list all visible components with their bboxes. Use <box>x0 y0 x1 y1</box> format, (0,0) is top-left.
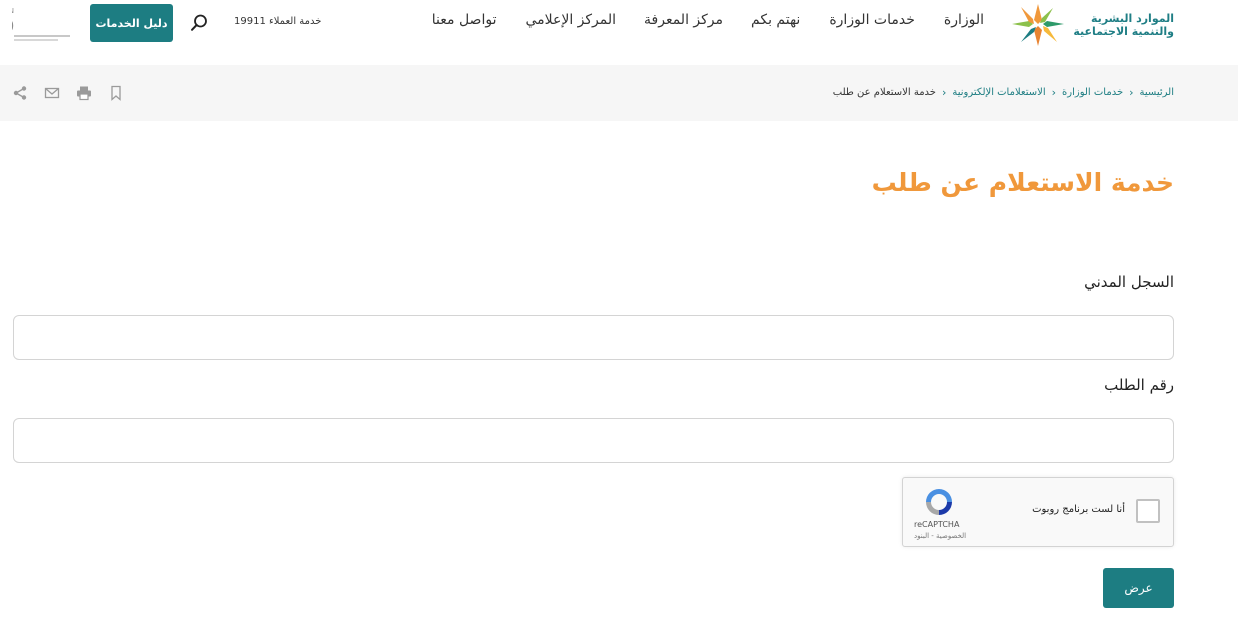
page-tools <box>12 85 124 101</box>
ministry-name-line1: الموارد البشرية <box>1091 12 1174 25</box>
svg-text:2030: 2030 <box>12 16 14 37</box>
nav-item-ministry[interactable]: الوزارة <box>944 12 984 28</box>
ministry-emblem-icon <box>1012 4 1065 46</box>
request-number-label: رقم الطلب <box>1104 376 1174 394</box>
recaptcha-brand: reCAPTCHA <box>914 520 960 529</box>
request-number-input[interactable] <box>13 418 1174 463</box>
nav-item-media-center[interactable]: المركز الإعلامي <box>525 12 616 28</box>
email-icon[interactable] <box>44 85 60 101</box>
services-guide-button[interactable]: دليل الخدمات <box>90 4 173 42</box>
submit-button[interactable]: عرض <box>1103 568 1174 608</box>
recaptcha-checkbox[interactable] <box>1136 499 1160 523</box>
ministry-name-line2: والتنمية الاجتماعية <box>1073 25 1174 38</box>
chevron-left-icon: ‹ <box>1129 86 1134 99</box>
recaptcha-logo-icon <box>926 489 952 515</box>
bookmark-icon[interactable] <box>108 85 124 101</box>
main-nav: الوزارة خدمات الوزارة نهتم بكم مركز المع… <box>432 12 984 28</box>
civil-record-label: السجل المدني <box>1084 273 1174 291</box>
breadcrumb: الرئيسية ‹ خدمات الوزارة ‹ الاستعلامات ا… <box>833 86 1174 99</box>
ministry-logo-text: الموارد البشرية والتنمية الاجتماعية <box>1073 12 1174 38</box>
page-title: خدمة الاستعلام عن طلب <box>871 168 1174 197</box>
breadcrumb-current: خدمة الاستعلام عن طلب <box>832 87 936 98</box>
breadcrumb-bar: الرئيسية ‹ خدمات الوزارة ‹ الاستعلامات ا… <box>0 65 1238 121</box>
nav-item-knowledge-center[interactable]: مركز المعرفة <box>644 12 723 28</box>
customer-service-hotline[interactable]: خدمة العملاء 19911 <box>234 16 321 27</box>
recaptcha-widget: أنا لست برنامج روبوت reCAPTCHA الخصوصية … <box>902 477 1174 547</box>
breadcrumb-home[interactable]: الرئيسية <box>1140 87 1174 98</box>
site-header: الموارد البشرية والتنمية الاجتماعية الوز… <box>0 0 1238 64</box>
chevron-left-icon: ‹ <box>941 86 947 99</box>
recaptcha-terms-link[interactable]: الخصوصية - البنود <box>914 532 966 540</box>
nav-item-contact-us[interactable]: تواصل معنا <box>432 12 497 28</box>
print-icon[interactable] <box>76 85 92 101</box>
share-icon[interactable] <box>12 85 28 101</box>
breadcrumb-e-inquiries[interactable]: الاستعلامات الإلكترونية <box>952 87 1045 98</box>
vision-2030-logo: VISION 2030 <box>12 7 70 41</box>
svg-text:VISION: VISION <box>12 7 14 15</box>
chevron-left-icon: ‹ <box>1051 86 1057 99</box>
recaptcha-label: أنا لست برنامج روبوت <box>1032 504 1125 515</box>
ministry-logo[interactable]: الموارد البشرية والتنمية الاجتماعية <box>1012 2 1174 48</box>
search-icon[interactable] <box>189 13 209 33</box>
nav-item-ministry-services[interactable]: خدمات الوزارة <box>829 12 915 28</box>
nav-item-we-care[interactable]: نهتم بكم <box>751 12 800 28</box>
breadcrumb-ministry-services[interactable]: خدمات الوزارة <box>1062 87 1123 98</box>
civil-record-input[interactable] <box>13 315 1174 360</box>
